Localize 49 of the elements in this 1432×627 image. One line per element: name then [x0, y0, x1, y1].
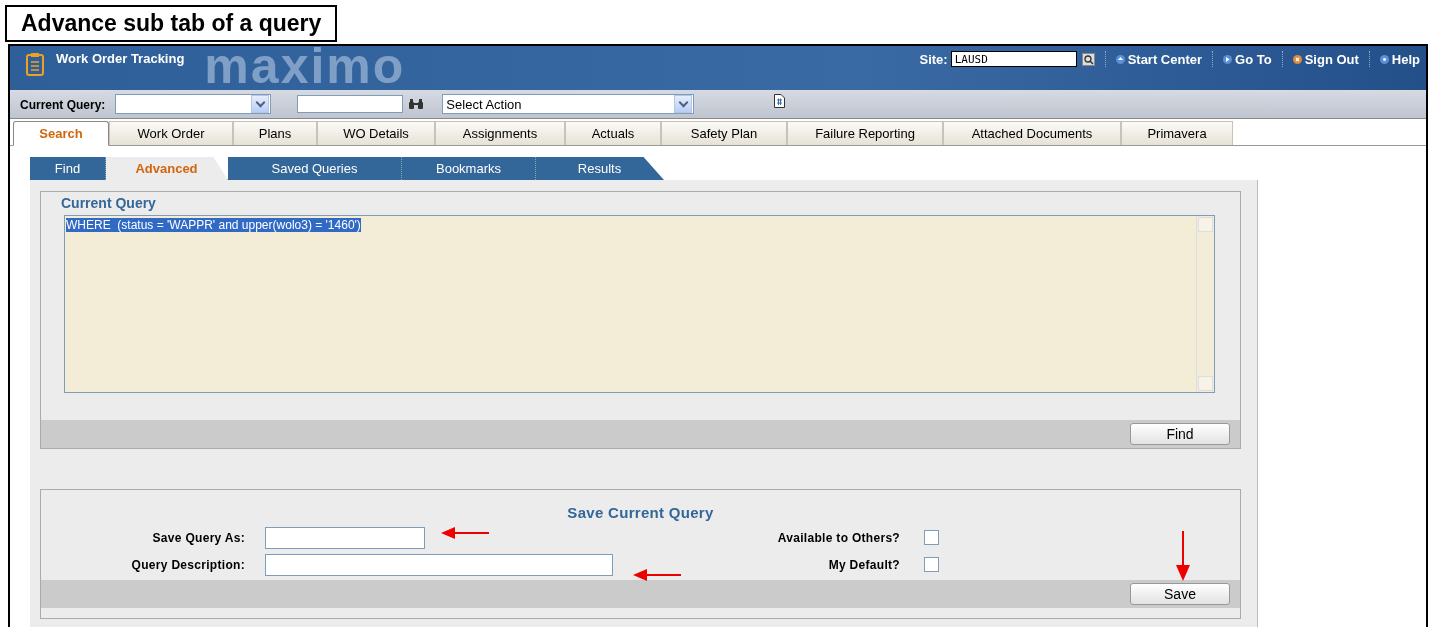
site-field[interactable]: LAUSD [950, 51, 1077, 67]
document-icon[interactable] [774, 94, 786, 108]
tab[interactable]: Assignments [435, 121, 565, 145]
find-button[interactable]: Find [1130, 423, 1230, 445]
header-link[interactable]: Go To [1223, 51, 1272, 67]
caption-label: Advance sub tab of a query [5, 5, 338, 42]
tab[interactable]: Work Order [109, 121, 233, 145]
input-field[interactable] [265, 526, 425, 549]
binoculars-icon[interactable] [408, 98, 425, 110]
tab[interactable]: WO Details [317, 121, 435, 145]
panel-title: Current Query [60, 194, 157, 213]
option-label: My Default? [827, 557, 900, 572]
field-label: Save Query As: [151, 530, 245, 545]
header-link[interactable]: Help [1379, 51, 1420, 67]
search-field[interactable] [297, 95, 404, 113]
query-dropdown[interactable] [115, 94, 272, 114]
sub-tab[interactable]: Saved Queries [228, 157, 402, 180]
tab[interactable]: Failure Reporting [787, 121, 943, 145]
tab[interactable]: Actuals [565, 121, 661, 145]
sub-tab[interactable]: Find [30, 157, 106, 180]
search-icon[interactable] [1081, 52, 1095, 66]
option-label: Available to Others? [776, 530, 900, 545]
input-field[interactable] [265, 553, 613, 576]
current-query-label: Current Query: [20, 98, 106, 112]
annotation-arrow [633, 569, 681, 581]
tab[interactable]: Plans [233, 121, 317, 145]
logo-text: maximo [204, 46, 406, 94]
close-icon [1292, 54, 1302, 64]
checkbox[interactable] [924, 530, 939, 545]
field-label: Query Description: [130, 557, 245, 572]
sub-tab[interactable]: Bookmarks [402, 157, 536, 180]
annotation-arrow [1176, 531, 1190, 581]
tab[interactable]: Attached Documents [943, 121, 1121, 145]
query-text: WHERE (status = 'WAPPR' and upper(wolo3) = '1460') [66, 218, 361, 232]
checkbox[interactable] [924, 557, 939, 572]
app-title: Work Order Tracking [56, 51, 185, 66]
save-button[interactable]: Save [1130, 583, 1230, 605]
tab[interactable]: Search [13, 121, 109, 146]
annotation-arrow [441, 527, 489, 539]
panel-title: Save Current Query [566, 504, 715, 522]
tab[interactable]: Safety Plan [661, 121, 787, 145]
action-dropdown[interactable]: Select Action [442, 94, 695, 114]
query-text-area[interactable]: WHERE (status = 'WAPPR' and upper(wolo3) = '1460') [64, 215, 1215, 393]
header-link[interactable]: Sign Out [1292, 51, 1359, 67]
clipboard-icon [26, 52, 44, 76]
header-link[interactable]: Start Center [1115, 51, 1203, 67]
sub-tab[interactable]: Results [536, 157, 664, 180]
site-label: Site: [919, 51, 948, 67]
tab[interactable]: Primavera [1121, 121, 1233, 145]
